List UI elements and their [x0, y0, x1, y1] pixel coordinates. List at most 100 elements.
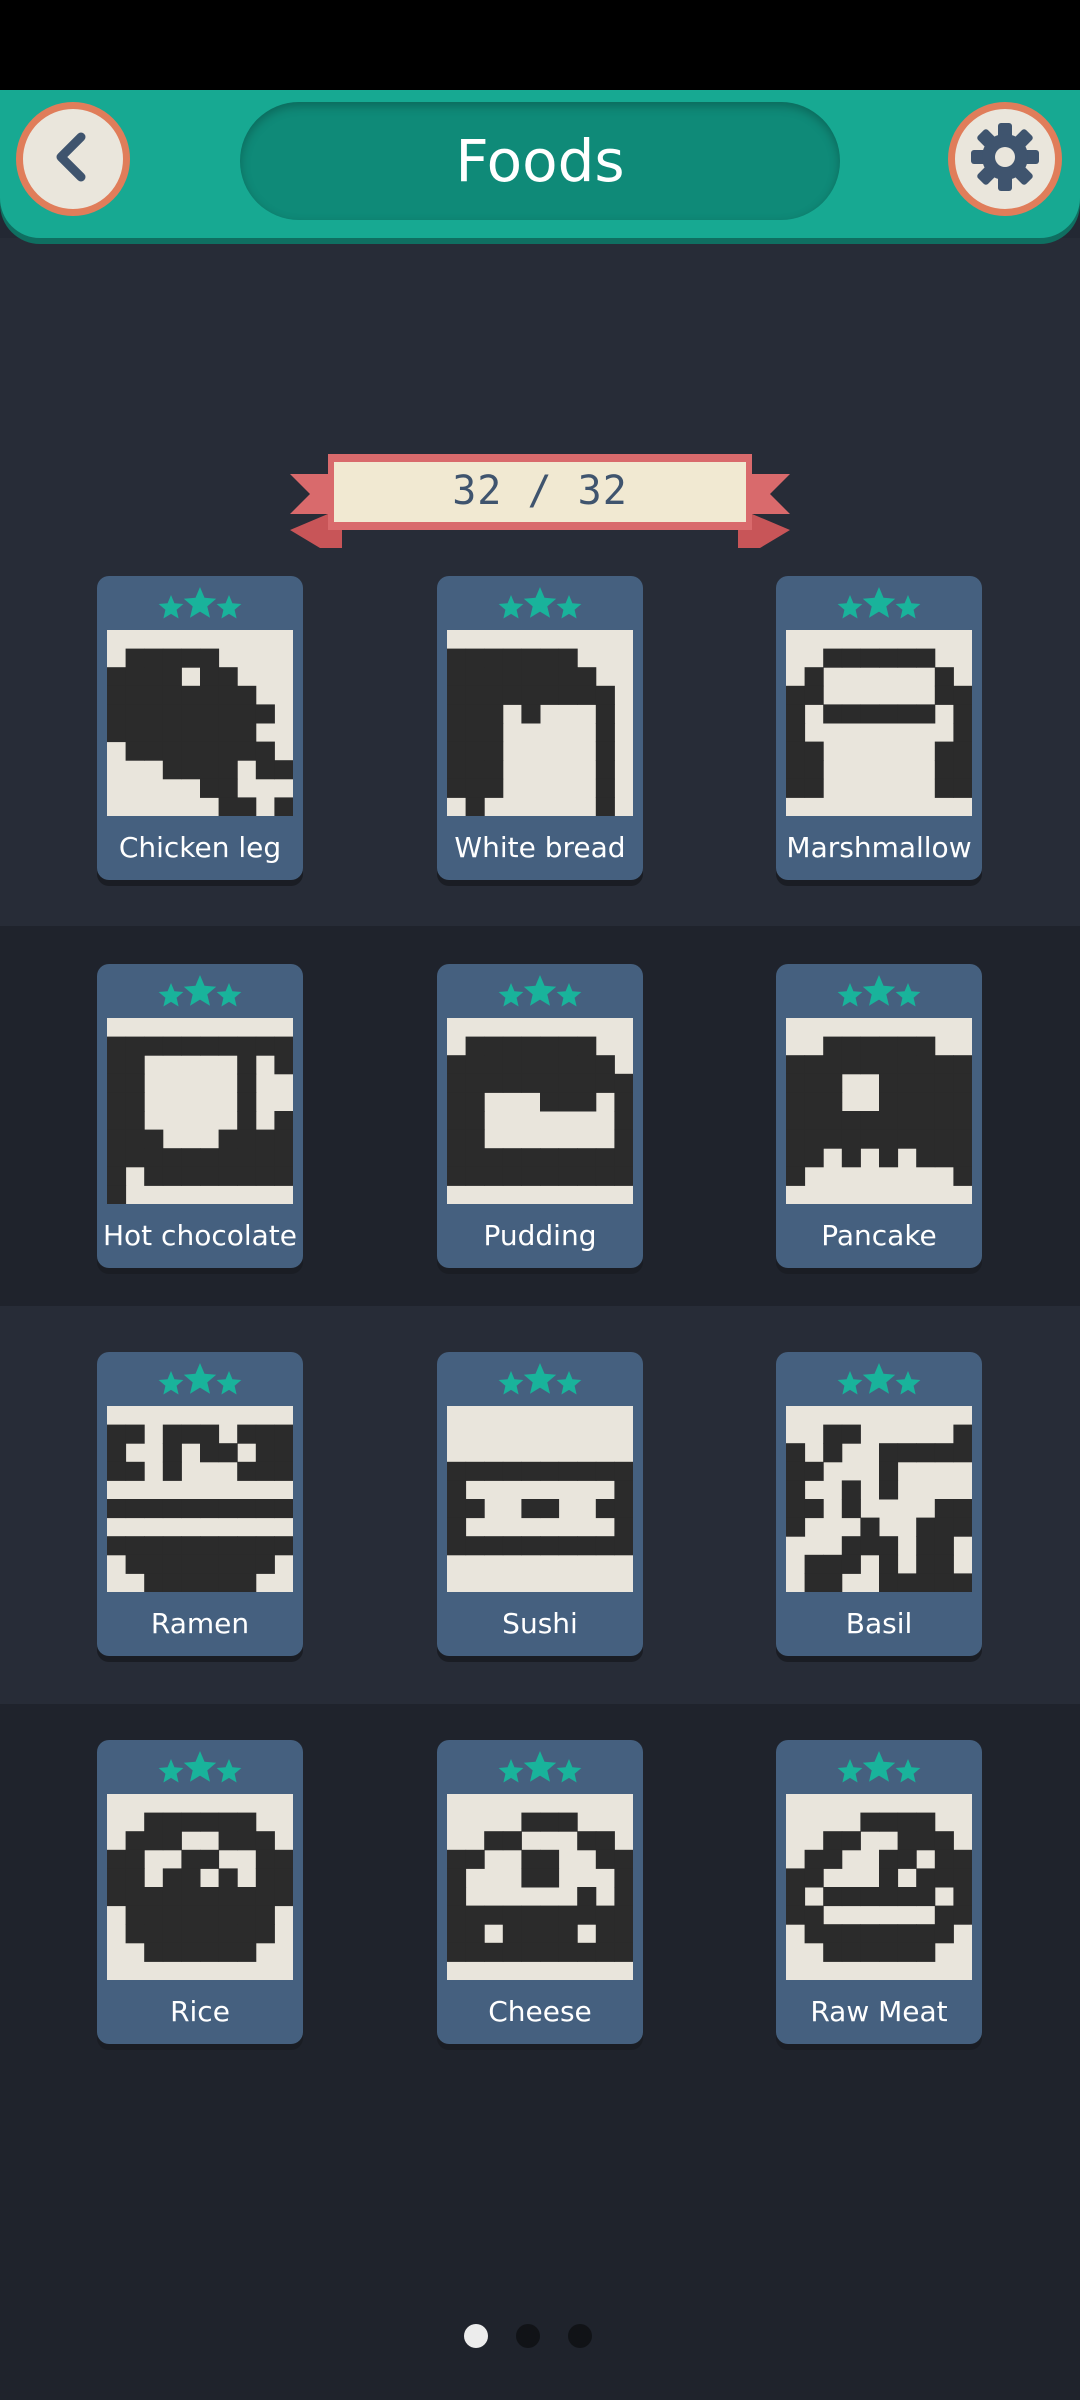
- pixel-cell: [934, 1849, 954, 1869]
- pixel-cell: [162, 1573, 182, 1592]
- pixel-cell: [860, 1036, 880, 1056]
- pixel-cell: [786, 1129, 806, 1149]
- page-dot[interactable]: [516, 2324, 540, 2348]
- pixel-cell: [162, 1424, 182, 1444]
- star-icon: [556, 1371, 582, 1395]
- pixel-cell: [218, 667, 238, 687]
- pixel-cell: [953, 1517, 972, 1537]
- pixel-cell: [465, 1461, 485, 1481]
- pixel-cell: [879, 1036, 899, 1056]
- puzzle-card[interactable]: Pudding: [437, 964, 643, 1268]
- pixel-cell: [595, 760, 615, 780]
- pixel-cell: [879, 1554, 899, 1574]
- pixel-cell: [879, 1461, 899, 1481]
- pixel-cell: [218, 1148, 238, 1168]
- pixel-cell: [274, 797, 293, 816]
- pixel-cell: [447, 1480, 467, 1500]
- pixel-cell: [162, 685, 182, 705]
- puzzle-name: Chicken leg: [118, 830, 282, 864]
- pixel-cell: [916, 1111, 936, 1131]
- pixel-cell: [274, 760, 293, 780]
- puzzle-card[interactable]: Marshmallow: [776, 576, 982, 880]
- pixel-cell: [953, 778, 972, 798]
- pixel-cell: [577, 1905, 597, 1925]
- pixel-cell: [447, 704, 467, 724]
- pixel-cell: [465, 1129, 485, 1149]
- settings-button[interactable]: [948, 102, 1062, 216]
- pixel-cell: [465, 760, 485, 780]
- pixel-cell: [237, 1942, 257, 1962]
- pixel-cell: [255, 741, 275, 761]
- pixel-cell: [125, 1055, 145, 1075]
- pixel-cell: [465, 1924, 485, 1944]
- pixel-cell: [577, 1831, 597, 1851]
- puzzle-card[interactable]: Sushi: [437, 1352, 643, 1656]
- pixel-cell: [447, 1129, 467, 1149]
- pixel-cell: [465, 1092, 485, 1112]
- pixel-cell: [804, 1129, 824, 1149]
- pixel-cell: [465, 704, 485, 724]
- puzzle-card[interactable]: Hot chocolate: [97, 964, 303, 1268]
- pixel-cell: [786, 1868, 806, 1888]
- pixel-cell: [237, 1887, 257, 1907]
- puzzle-card[interactable]: White bread: [437, 576, 643, 880]
- pixel-cell: [934, 778, 954, 798]
- pixel-cell: [502, 685, 522, 705]
- puzzle-card[interactable]: Chicken leg: [97, 576, 303, 880]
- pixel-cell: [614, 1461, 633, 1481]
- puzzle-card[interactable]: Rice: [97, 1740, 303, 2044]
- pixel-cell: [200, 778, 220, 798]
- pixel-cell: [521, 1461, 541, 1481]
- pixel-cell: [521, 1812, 541, 1832]
- pixel-cell: [614, 1887, 633, 1907]
- pixel-cell: [823, 1849, 843, 1869]
- pixel-cell: [521, 1148, 541, 1168]
- page-dot[interactable]: [568, 2324, 592, 2348]
- pixel-cell: [181, 1905, 201, 1925]
- pixel-cell: [218, 1812, 238, 1832]
- star-icon: [216, 1371, 242, 1395]
- pixel-cell: [897, 1887, 917, 1907]
- star-icon: [523, 587, 557, 618]
- pixel-cell: [484, 741, 504, 761]
- pixel-cell: [595, 1536, 615, 1556]
- pixel-cell: [502, 1942, 522, 1962]
- pixel-cell: [274, 1499, 293, 1519]
- pixel-cell: [218, 1887, 238, 1907]
- puzzle-card[interactable]: Raw Meat: [776, 1740, 982, 2044]
- pixel-cell: [218, 1868, 238, 1888]
- page-dot-active[interactable]: [464, 2324, 488, 2348]
- pixel-cell: [540, 1868, 560, 1888]
- progress-label: 32 / 32: [452, 468, 628, 514]
- pixel-cell: [107, 1536, 127, 1556]
- pixel-cell: [447, 1517, 467, 1537]
- pixel-cell: [953, 685, 972, 705]
- pixel-cell: [162, 1166, 182, 1186]
- star-icon: [523, 1363, 557, 1394]
- puzzle-card[interactable]: Basil: [776, 1352, 982, 1656]
- pixel-cell: [237, 1092, 257, 1112]
- pixel-cell: [614, 1148, 633, 1168]
- puzzle-card[interactable]: Pancake: [776, 964, 982, 1268]
- star-icon: [862, 1363, 896, 1394]
- pixel-cell: [484, 648, 504, 668]
- puzzle-card[interactable]: Cheese: [437, 1740, 643, 2044]
- pixel-cell: [200, 723, 220, 743]
- star-icon: [498, 595, 524, 619]
- pixel-cell: [144, 1536, 164, 1556]
- puzzle-card[interactable]: Ramen: [97, 1352, 303, 1656]
- pixel-cell: [916, 704, 936, 724]
- pixel-cell: [614, 1092, 633, 1112]
- puzzle-name: Hot chocolate: [102, 1218, 297, 1252]
- pixel-art-preview: [447, 1018, 633, 1204]
- back-button[interactable]: [16, 102, 130, 216]
- pixel-cell: [162, 648, 182, 668]
- pixel-cell: [916, 1942, 936, 1962]
- pixel-cell: [786, 1092, 806, 1112]
- pixel-cell: [218, 1573, 238, 1592]
- pixel-cell: [237, 1536, 257, 1556]
- pixel-cell: [934, 1111, 954, 1131]
- puzzle-name: Rice: [170, 1994, 230, 2028]
- pixel-cell: [540, 1166, 560, 1186]
- pixel-cell: [181, 1573, 201, 1592]
